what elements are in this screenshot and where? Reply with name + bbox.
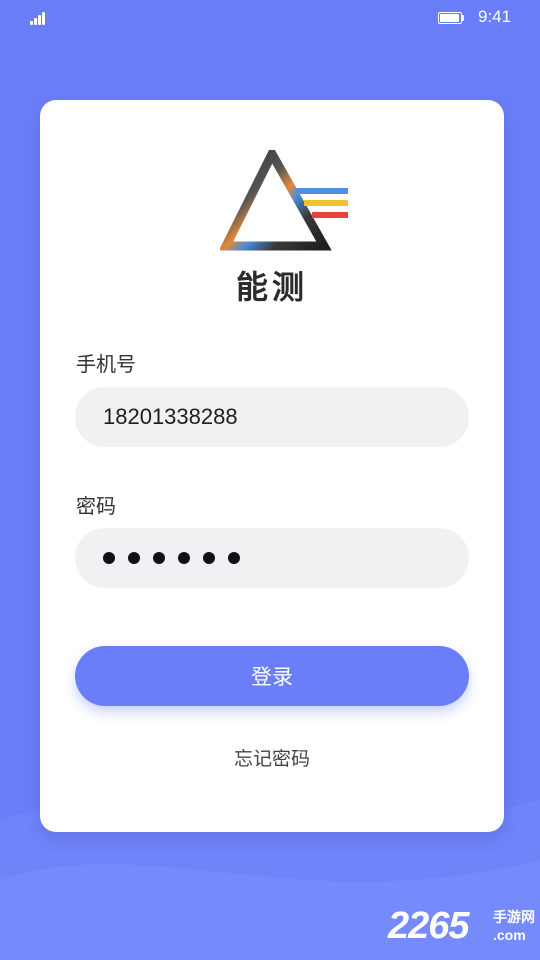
login-card: 能测 手机号 18201338288 密码 登录 忘记密码 <box>40 100 504 832</box>
phone-field[interactable]: 18201338288 <box>75 387 469 447</box>
password-label: 密码 <box>76 494 116 518</box>
battery-icon <box>438 12 464 24</box>
password-dots <box>103 552 240 564</box>
prism-logo-icon <box>220 150 348 251</box>
password-field[interactable] <box>75 528 469 588</box>
login-button[interactable]: 登录 <box>75 646 469 706</box>
status-bar: 9:41 <box>0 0 540 36</box>
signal-bars-icon <box>30 11 48 25</box>
phone-value: 18201338288 <box>103 404 238 429</box>
status-time: 9:41 <box>478 7 512 26</box>
phone-label: 手机号 <box>76 352 136 376</box>
watermark-cn: 手游网 <box>493 910 535 926</box>
watermark-en: .com <box>493 927 526 943</box>
watermark-number: 2265 <box>388 905 470 947</box>
forgot-password-link[interactable]: 忘记密码 <box>40 744 504 771</box>
app-name: 能测 <box>235 268 308 306</box>
